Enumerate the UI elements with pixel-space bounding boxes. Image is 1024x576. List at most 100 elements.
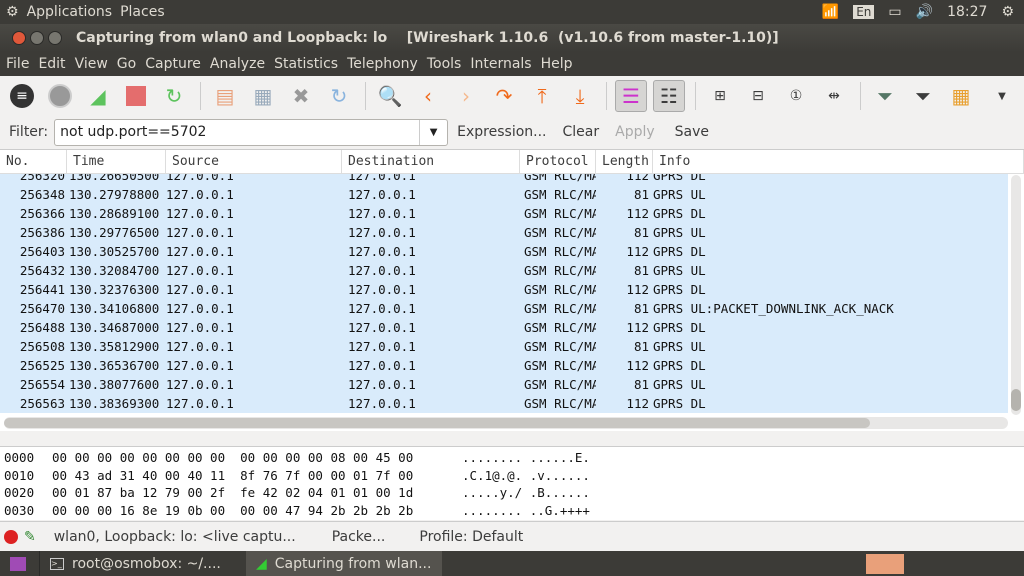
display-filter-input[interactable]: not udp.port==5702 ▼	[54, 118, 449, 146]
hex-row[interactable]: 0020 00 01 87 ba 12 79 00 2f fe 42 02 04 …	[0, 484, 1024, 502]
hex-row[interactable]: 0010 00 43 ad 31 40 00 40 11 8f 76 7f 00 …	[0, 467, 1024, 485]
resize-columns-icon[interactable]: ⇹	[818, 80, 850, 112]
packet-row[interactable]: 256441 130.32376300 127.0.0.1 127.0.0.1 GSM …	[0, 280, 1008, 299]
capture-filters-icon[interactable]: ⏷	[869, 80, 901, 112]
expression-button[interactable]: Expression...	[457, 124, 546, 140]
cell-time: 130.35812900	[69, 339, 160, 354]
open-file-icon[interactable]: ▤	[209, 80, 241, 112]
go-forward-icon[interactable]: ›	[450, 80, 482, 112]
apply-button[interactable]: Apply	[615, 124, 655, 140]
packet-list-header: No. Time Source Destination Protocol Len…	[0, 150, 1024, 174]
close-file-icon[interactable]: ✖	[285, 80, 317, 112]
battery-icon[interactable]: ▭	[888, 4, 901, 20]
menu-bar: File Edit View Go Capture Analyze Statis…	[0, 52, 1024, 76]
cell-source: 127.0.0.1	[166, 339, 234, 354]
places-menu[interactable]: Places	[120, 4, 165, 20]
zoom-in-icon[interactable]: ⊞	[704, 80, 736, 112]
auto-scroll-toggle-icon[interactable]: ☷	[653, 80, 685, 112]
find-packet-icon[interactable]: 🔍	[374, 80, 406, 112]
filter-value[interactable]: not udp.port==5702	[60, 124, 206, 140]
volume-icon[interactable]: 🔊	[916, 4, 933, 20]
minimize-window-button[interactable]	[30, 31, 44, 45]
go-back-icon[interactable]: ‹	[412, 80, 444, 112]
taskbar-item-terminal[interactable]: >_ root@osmobox: ~/....	[40, 551, 246, 576]
packet-row[interactable]: 256366 130.28689100 127.0.0.1 127.0.0.1 GSM …	[0, 204, 1008, 223]
packet-row[interactable]: 256348 130.27978800 127.0.0.1 127.0.0.1 GSM …	[0, 185, 1008, 204]
first-packet-icon[interactable]: ⤒	[526, 80, 558, 112]
capture-options-gear-icon[interactable]	[44, 80, 76, 112]
menu-statistics[interactable]: Statistics	[274, 56, 338, 72]
display-filters-icon[interactable]: ⏷	[907, 80, 939, 112]
terminal-task-label: root@osmobox: ~/....	[72, 555, 221, 572]
clear-button[interactable]: Clear	[563, 124, 600, 140]
hex-row[interactable]: 0030 00 00 00 16 8e 19 0b 00 00 00 47 94 …	[0, 502, 1024, 520]
workspace-switcher-icon[interactable]	[866, 553, 904, 574]
packet-row[interactable]: 256432 130.32084700 127.0.0.1 127.0.0.1 GSM …	[0, 261, 1008, 280]
interfaces-list-icon[interactable]: ≡	[6, 80, 38, 112]
menu-analyze[interactable]: Analyze	[210, 56, 265, 72]
wifi-icon[interactable]: 📶	[822, 4, 839, 20]
save-file-icon[interactable]: ▦	[247, 80, 279, 112]
clock[interactable]: 18:27	[947, 4, 987, 20]
column-header-source[interactable]: Source	[166, 150, 342, 173]
show-desktop-icon[interactable]	[0, 551, 40, 576]
restart-capture-icon[interactable]: ↻	[158, 80, 190, 112]
stop-capture-icon[interactable]	[120, 80, 152, 112]
packet-row[interactable]: 256554 130.38077600 127.0.0.1 127.0.0.1 GSM …	[0, 375, 1008, 394]
packet-list-vertical-scrollbar[interactable]	[1011, 175, 1021, 415]
cell-no: 256441	[19, 282, 65, 297]
packet-row[interactable]: 256488 130.34687000 127.0.0.1 127.0.0.1 GSM …	[0, 318, 1008, 337]
cell-length: 81	[633, 187, 649, 202]
toolbar-overflow-chevron-icon[interactable]: ▼	[986, 80, 1018, 112]
cell-destination: 127.0.0.1	[348, 263, 416, 278]
profile-status-text[interactable]: Profile: Default	[419, 529, 523, 545]
scrollbar-thumb[interactable]	[4, 418, 870, 428]
packet-list-horizontal-scrollbar[interactable]	[4, 417, 1008, 429]
packet-row[interactable]: 256403 130.30525700 127.0.0.1 127.0.0.1 GSM …	[0, 242, 1008, 261]
hex-row[interactable]: 0000 00 00 00 00 00 00 00 00 00 00 00 00 …	[0, 449, 1024, 467]
packet-row[interactable]: 256470 130.34106800 127.0.0.1 127.0.0.1 GSM …	[0, 299, 1008, 318]
menu-file[interactable]: File	[6, 56, 29, 72]
packet-row[interactable]: 256563 130.38369300 127.0.0.1 127.0.0.1 GSM …	[0, 394, 1008, 413]
last-packet-icon[interactable]: ⤓	[564, 80, 596, 112]
comment-edit-icon[interactable]: ✎	[24, 529, 36, 545]
cell-destination: 127.0.0.1	[348, 377, 416, 392]
column-header-info[interactable]: Info	[653, 150, 1024, 173]
column-header-protocol[interactable]: Protocol	[520, 150, 596, 173]
taskbar-item-wireshark[interactable]: ◢ Capturing from wlan...	[246, 551, 442, 576]
column-header-time[interactable]: Time	[67, 150, 166, 173]
normal-size-icon[interactable]: ①	[780, 80, 812, 112]
menu-capture[interactable]: Capture	[145, 56, 201, 72]
filter-dropdown-chevron-icon[interactable]: ▼	[419, 119, 447, 145]
menu-telephony[interactable]: Telephony	[347, 56, 418, 72]
menu-tools[interactable]: Tools	[427, 56, 462, 72]
maximize-window-button[interactable]	[48, 31, 62, 45]
keyboard-layout-indicator[interactable]: En	[853, 5, 875, 19]
column-header-no[interactable]: No.	[0, 150, 67, 173]
menu-internals[interactable]: Internals	[470, 56, 531, 72]
colorize-toggle-icon[interactable]: ☰	[615, 80, 647, 112]
scrollbar-thumb[interactable]	[1011, 389, 1021, 411]
column-header-destination[interactable]: Destination	[342, 150, 520, 173]
hex-bytes: 00 00 00 16 8e 19 0b 00 00 00 47 94 2b 2…	[52, 502, 414, 518]
zoom-out-icon[interactable]: ⊟	[742, 80, 774, 112]
applications-menu[interactable]: Applications	[27, 4, 113, 20]
coloring-rules-icon[interactable]: ▦	[945, 80, 977, 112]
menu-edit[interactable]: Edit	[38, 56, 65, 72]
hex-row[interactable]: 00402b 2b 2b 2b 2b 2b 2b 2b 2b 2b 2b 2b …	[0, 519, 1024, 520]
close-window-button[interactable]	[12, 31, 26, 45]
session-gear-icon[interactable]: ⚙	[1001, 4, 1014, 20]
menu-help[interactable]: Help	[541, 56, 573, 72]
column-header-length[interactable]: Length	[596, 150, 653, 173]
menu-view[interactable]: View	[75, 56, 108, 72]
packet-row[interactable]: 256525 130.36536700 127.0.0.1 127.0.0.1 GSM …	[0, 356, 1008, 375]
reload-icon[interactable]: ↻	[323, 80, 355, 112]
save-filter-button[interactable]: Save	[675, 124, 709, 140]
go-to-packet-icon[interactable]: ↷	[488, 80, 520, 112]
hex-ascii: .C.1@.@. .v......	[462, 467, 590, 483]
capture-running-icon[interactable]	[4, 529, 18, 544]
menu-go[interactable]: Go	[117, 56, 136, 72]
packet-row[interactable]: 256386 130.29776500 127.0.0.1 127.0.0.1 GSM …	[0, 223, 1008, 242]
packet-row[interactable]: 256508 130.35812900 127.0.0.1 127.0.0.1 GSM …	[0, 337, 1008, 356]
start-capture-fin-icon[interactable]: ◢	[82, 80, 114, 112]
